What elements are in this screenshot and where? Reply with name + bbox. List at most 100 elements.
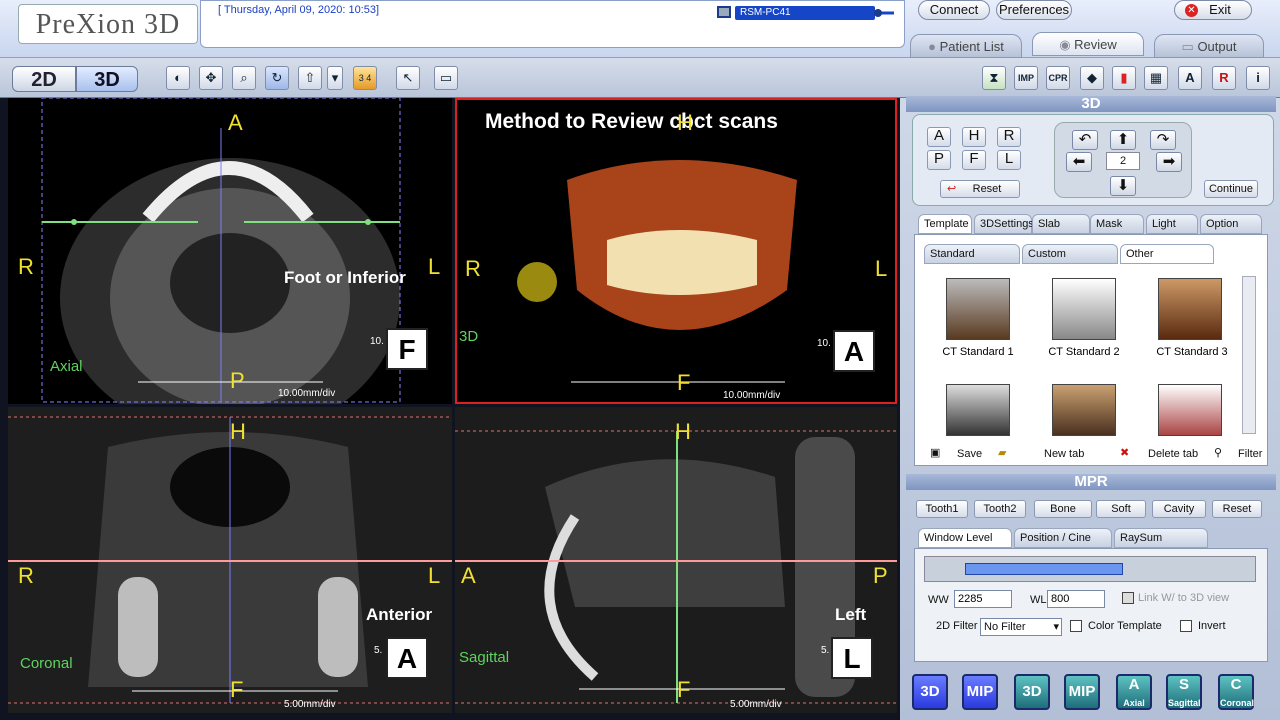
folder-icon[interactable]: ▰	[998, 446, 1006, 459]
connect-button[interactable]: Connect	[918, 0, 990, 20]
info-icon[interactable]: i	[1246, 66, 1270, 90]
ww-input[interactable]	[954, 590, 1012, 608]
rotate-right-icon[interactable]: ↷	[1150, 130, 1176, 150]
template-thumb-5[interactable]	[1052, 384, 1116, 436]
color-template-checkbox[interactable]	[1070, 620, 1082, 632]
template-scrollbar[interactable]	[1242, 276, 1256, 434]
pointer-icon[interactable]: ↖	[396, 66, 420, 90]
coronal-viewport[interactable]: H R L F Anterior Coronal 5.00mm/div 5. A	[8, 407, 452, 713]
new-tab-button[interactable]: New tab	[1044, 448, 1084, 460]
exit-label: Exit	[1209, 2, 1231, 17]
save-icon[interactable]: ▣	[930, 446, 940, 459]
cube-icon[interactable]: ◆	[1080, 66, 1104, 90]
view-f-button[interactable]: F	[962, 150, 986, 170]
contrast-icon[interactable]: ◐	[166, 66, 190, 90]
arrow-up-icon[interactable]: ⬆	[1110, 130, 1136, 150]
layout-3d-button[interactable]: 3D	[1014, 674, 1050, 710]
sagittal-viewport[interactable]: H A P F Left Sagittal 5.00mm/div 5. L	[455, 407, 897, 713]
template-thumb-6[interactable]	[1158, 384, 1222, 436]
delete-tab-button[interactable]: Delete tab	[1148, 448, 1198, 460]
soft-button[interactable]: Soft	[1096, 500, 1146, 518]
rotate-icon[interactable]: ↻	[265, 66, 289, 90]
hourglass-icon[interactable]: ⧗	[982, 66, 1006, 90]
vr3d-viewport[interactable]: Method to Review cbct scans H R L F 3D 1…	[455, 98, 897, 404]
chevron-down-icon[interactable]: ▾	[327, 66, 343, 90]
mode-2d-button[interactable]: 2D	[12, 66, 76, 92]
template-thumb-1[interactable]	[946, 278, 1010, 340]
tab-slab[interactable]: Slab	[1032, 214, 1090, 234]
arrow-down-icon[interactable]: ⬇	[1110, 176, 1136, 196]
tab-raysum[interactable]: RaySum	[1114, 528, 1208, 548]
view-l-button[interactable]: L	[997, 150, 1021, 170]
arrow-left-icon[interactable]: ⬅	[1066, 152, 1092, 172]
reset-3d-button[interactable]: ↩ Reset	[940, 180, 1020, 198]
imp-button[interactable]: IMP	[1014, 66, 1038, 90]
tab-review[interactable]: ◉ Review	[1032, 32, 1144, 56]
tab-template[interactable]: Template	[918, 214, 972, 234]
tab-option[interactable]: Option	[1200, 214, 1262, 234]
view-h-button[interactable]: H	[962, 127, 986, 147]
flip-icon[interactable]: ⇧	[298, 66, 322, 90]
tab-mask[interactable]: Mask	[1090, 214, 1144, 234]
app-logo: PreXion 3D	[18, 4, 198, 44]
layout-icon[interactable]: 3 4	[353, 66, 377, 90]
wl-label: WL	[1030, 594, 1047, 606]
tab-3dsettings[interactable]: 3DSettings	[974, 214, 1034, 234]
window-level-slider[interactable]	[924, 556, 1256, 582]
tab-window-level[interactable]: Window Level	[918, 528, 1012, 548]
zoom-icon[interactable]: ⌕	[232, 66, 256, 90]
cavity-button[interactable]: Cavity	[1152, 500, 1206, 518]
mode-3d-button[interactable]: 3D	[76, 66, 138, 92]
tooth2-button[interactable]: Tooth2	[974, 500, 1026, 518]
colorbar-icon[interactable]: ▮	[1112, 66, 1136, 90]
filter-button[interactable]: Filter	[1238, 448, 1262, 460]
window-level-range[interactable]	[965, 563, 1123, 575]
exit-button[interactable]: ✕ Exit	[1174, 0, 1252, 20]
template-thumb-2[interactable]	[1052, 278, 1116, 340]
axial-viewport[interactable]: A R L P Foot or Inferior Axial 10.00mm/d…	[8, 98, 452, 404]
subtab-custom[interactable]: Custom	[1022, 244, 1118, 264]
view-r-button[interactable]: R	[997, 127, 1021, 147]
coronal-overlay-text: Anterior	[366, 605, 433, 624]
grid-icon[interactable]: ▦	[1144, 66, 1168, 90]
view-p-button[interactable]: P	[927, 150, 951, 170]
a-icon[interactable]: A	[1178, 66, 1202, 90]
tab-output[interactable]: ▭ Output	[1154, 34, 1264, 58]
filter-select[interactable]: No Filter ▾	[980, 618, 1062, 636]
cpr-button[interactable]: CPR	[1046, 66, 1070, 90]
tab-light[interactable]: Light	[1146, 214, 1198, 234]
arrow-right-icon[interactable]: ➡	[1156, 152, 1182, 172]
view-mip-button[interactable]: MIP	[962, 674, 998, 710]
layout-mip-button[interactable]: MIP	[1064, 674, 1100, 710]
template-thumb-3[interactable]	[1158, 278, 1222, 340]
save-button[interactable]: Save	[957, 448, 982, 460]
link-checkbox[interactable]	[1122, 592, 1134, 604]
invert-checkbox[interactable]	[1180, 620, 1192, 632]
binoculars-icon[interactable]: ⚲	[1214, 446, 1222, 459]
subtab-standard[interactable]: Standard	[924, 244, 1020, 264]
delete-icon[interactable]: ✖	[1120, 446, 1129, 459]
wl-input[interactable]	[1047, 590, 1105, 608]
reset-mpr-button[interactable]: Reset	[1212, 500, 1262, 518]
template-thumb-4[interactable]	[946, 384, 1010, 436]
continue-button[interactable]: Continue	[1204, 180, 1258, 198]
tooth1-button[interactable]: Tooth1	[916, 500, 968, 518]
view-a-button[interactable]: A	[927, 127, 951, 147]
sagittal-button[interactable]: S Sagittal	[1166, 674, 1202, 710]
coronal-orientation-box: A	[386, 637, 428, 679]
subtab-other[interactable]: Other	[1120, 244, 1214, 264]
tab-patient-list[interactable]: ● Patient List	[910, 34, 1022, 58]
preferences-button[interactable]: Preferences	[996, 0, 1072, 20]
move-icon[interactable]: ✥	[199, 66, 223, 90]
ruler-icon[interactable]: ▭	[434, 66, 458, 90]
r-icon[interactable]: R	[1212, 66, 1236, 90]
coronal-button[interactable]: C Coronal	[1218, 674, 1254, 710]
step-value[interactable]: 2	[1106, 152, 1140, 170]
connection-slider-icon	[850, 8, 894, 18]
axial-label-bottom: P	[230, 368, 245, 393]
bone-button[interactable]: Bone	[1034, 500, 1092, 518]
axial-button[interactable]: A Axial	[1116, 674, 1152, 710]
rotate-left-icon[interactable]: ↶	[1072, 130, 1098, 150]
view-3d-button[interactable]: 3D	[912, 674, 948, 710]
tab-position-cine[interactable]: Position / Cine	[1014, 528, 1112, 548]
